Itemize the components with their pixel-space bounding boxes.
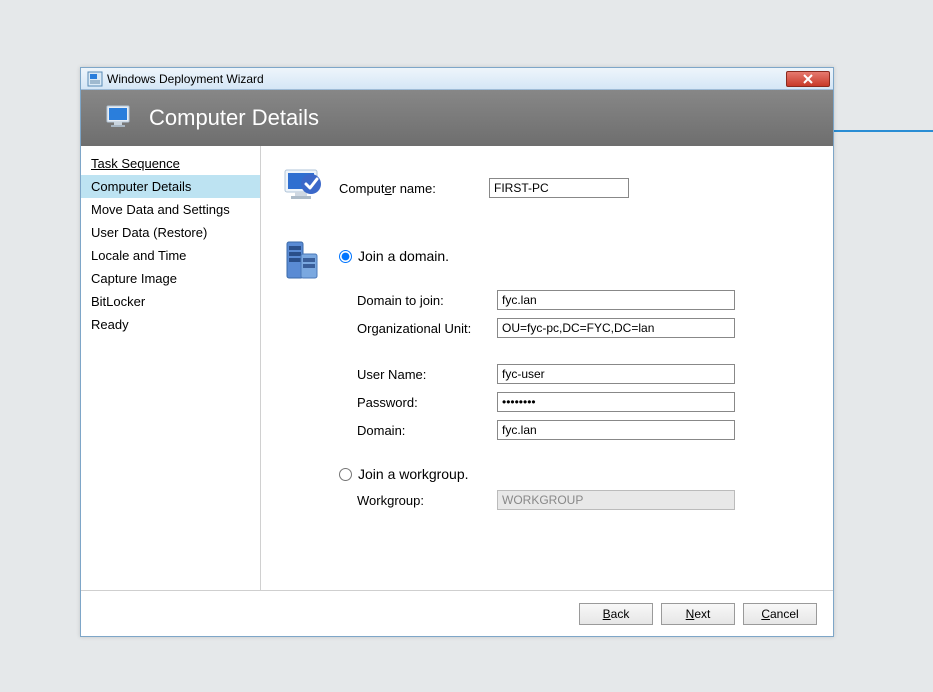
sidebar-item-locale-and-time[interactable]: Locale and Time (81, 244, 260, 267)
username-label: User Name: (357, 367, 497, 382)
sidebar: Task Sequence Computer DetailsMove Data … (81, 146, 261, 590)
password-input[interactable] (497, 392, 735, 412)
next-button[interactable]: Next (661, 603, 735, 625)
sidebar-item-move-data-and-settings[interactable]: Move Data and Settings (81, 198, 260, 221)
sidebar-item-ready[interactable]: Ready (81, 313, 260, 336)
join-domain-radio-row: Join a domain. (339, 248, 813, 264)
cancel-button[interactable]: Cancel (743, 603, 817, 625)
body: Task Sequence Computer DetailsMove Data … (81, 146, 833, 590)
username-input[interactable] (497, 364, 735, 384)
sidebar-item-capture-image[interactable]: Capture Image (81, 267, 260, 290)
computer-check-icon (281, 164, 329, 212)
join-workgroup-radio[interactable] (339, 468, 352, 481)
workgroup-input (497, 490, 735, 510)
server-icon (281, 236, 329, 284)
header-band: Computer Details (81, 90, 833, 146)
ou-label: Organizational Unit: (357, 321, 497, 336)
content: Computer name: (261, 146, 833, 590)
computer-name-row: Computer name: (281, 164, 813, 212)
titlebar: Windows Deployment Wizard (81, 68, 833, 90)
footer: Back Next Cancel (81, 590, 833, 636)
sidebar-item-user-data-restore-[interactable]: User Data (Restore) (81, 221, 260, 244)
domain-to-join-label: Domain to join: (357, 293, 497, 308)
join-workgroup-label: Join a workgroup. (358, 466, 469, 482)
sidebar-item-bitlocker[interactable]: BitLocker (81, 290, 260, 313)
window-title: Windows Deployment Wizard (107, 72, 786, 86)
close-button[interactable] (786, 71, 830, 87)
domain-to-join-input[interactable] (497, 290, 735, 310)
domain-section-row: Join a domain. (281, 236, 813, 284)
computer-name-label: Computer name: (339, 181, 489, 196)
cred-domain-input[interactable] (497, 420, 735, 440)
wizard-window: Windows Deployment Wizard Computer Detai… (80, 67, 834, 637)
page-title: Computer Details (149, 105, 319, 131)
ou-input[interactable] (497, 318, 735, 338)
monitor-icon (105, 102, 137, 134)
join-domain-label: Join a domain. (358, 248, 449, 264)
password-label: Password: (357, 395, 497, 410)
back-button[interactable]: Back (579, 603, 653, 625)
sidebar-heading[interactable]: Task Sequence (81, 152, 260, 175)
cred-domain-label: Domain: (357, 423, 497, 438)
workgroup-label: Workgroup: (357, 493, 497, 508)
join-workgroup-radio-row: Join a workgroup. (339, 466, 813, 482)
computer-name-input[interactable] (489, 178, 629, 198)
app-icon (87, 71, 103, 87)
close-icon (802, 74, 814, 84)
sidebar-item-computer-details[interactable]: Computer Details (81, 175, 260, 198)
join-domain-radio[interactable] (339, 250, 352, 263)
